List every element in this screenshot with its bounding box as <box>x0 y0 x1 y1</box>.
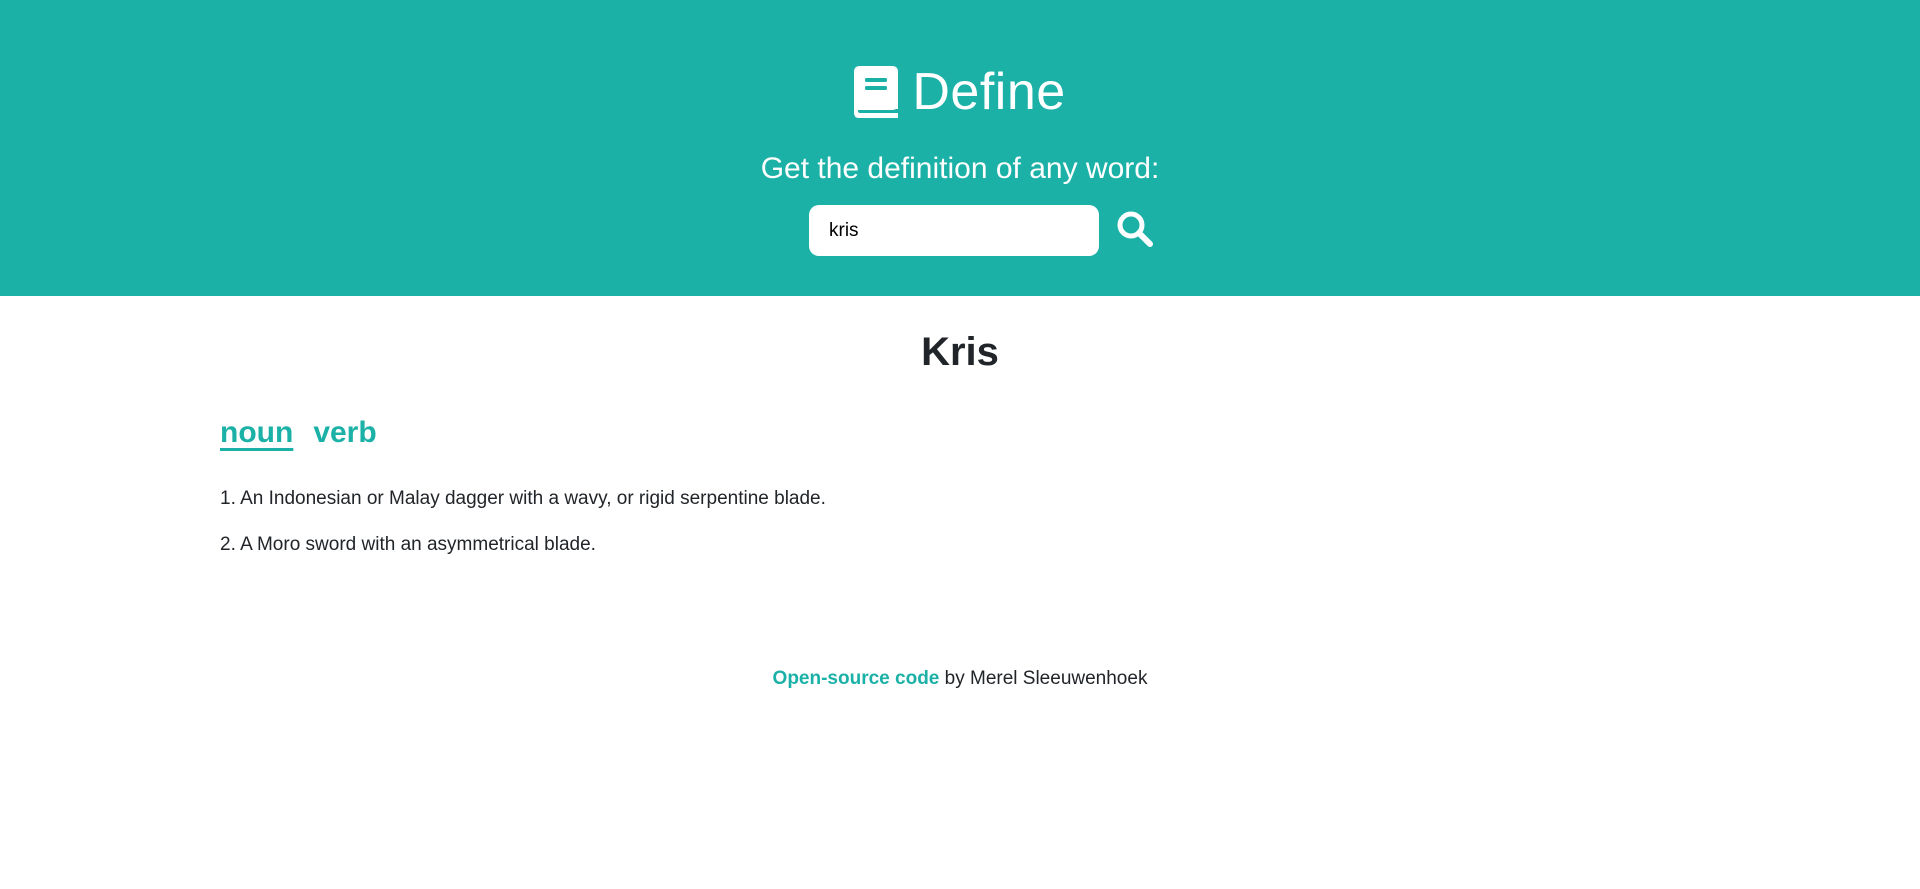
brand: Define <box>0 64 1920 120</box>
definition-item: 1. An Indonesian or Malay dagger with a … <box>220 488 826 509</box>
search-input[interactable] <box>809 205 1099 256</box>
search-prompt: Get the definition of any word: <box>760 152 1160 185</box>
definition-list: 1. An Indonesian or Malay dagger with a … <box>220 486 826 578</box>
part-of-speech-tabs: noun verb <box>220 414 377 454</box>
page-header: Define Get the definition of any word: <box>0 0 1920 296</box>
book-icon <box>854 66 899 118</box>
tab-verb[interactable]: verb <box>313 414 376 454</box>
definition-item: 2. A Moro sword with an asymmetrical bla… <box>220 534 596 555</box>
source-code-link[interactable]: Open-source code <box>773 668 940 689</box>
brand-title: Define <box>912 63 1066 121</box>
result-section: Kris noun verb 1. An Indonesian or Malay… <box>220 296 1700 889</box>
search-button[interactable] <box>1111 207 1159 255</box>
search-icon <box>1115 209 1155 252</box>
search-bar <box>0 205 1920 256</box>
footer: Open-source code by Merel Sleeuwenhoek <box>220 666 1700 692</box>
tab-noun[interactable]: noun <box>220 414 293 454</box>
footer-credit: by Merel Sleeuwenhoek <box>939 668 1148 689</box>
word-title: Kris <box>921 330 999 374</box>
